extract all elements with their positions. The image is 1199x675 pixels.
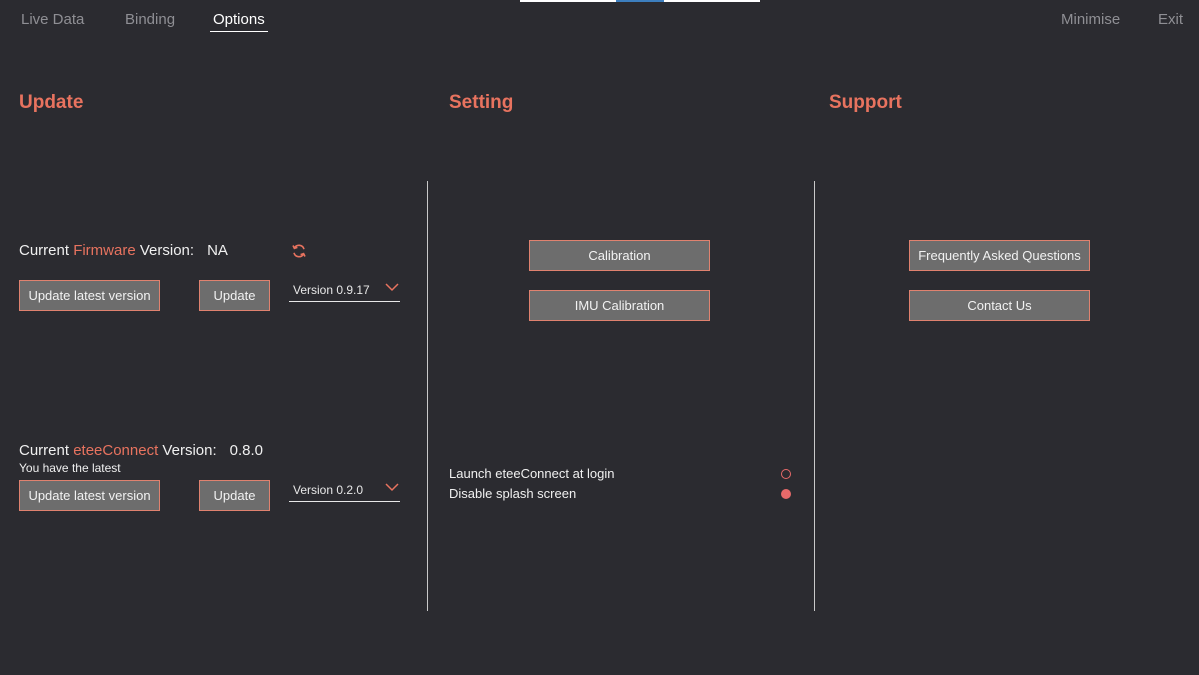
- eteeconnect-latest-note: You have the latest: [19, 461, 121, 475]
- eteeconnect-prefix: Current: [19, 442, 74, 459]
- column-divider: [427, 181, 428, 611]
- drag-handle-highlight: [616, 0, 664, 2]
- calibration-button[interactable]: Calibration: [529, 240, 710, 271]
- disable-splash-label: Disable splash screen: [449, 486, 577, 501]
- refresh-icon[interactable]: [291, 243, 307, 259]
- firmware-suffix: Version:: [135, 242, 195, 259]
- firmware-update-button[interactable]: Update: [199, 280, 270, 311]
- eteeconnect-update-latest-button[interactable]: Update latest version: [19, 480, 160, 511]
- chevron-down-icon: [385, 283, 399, 292]
- tab-options[interactable]: Options: [210, 11, 268, 32]
- disable-splash-toggle[interactable]: [781, 489, 791, 499]
- update-section-title: Update: [19, 92, 84, 113]
- tab-live-data[interactable]: Live Data: [21, 11, 84, 28]
- contact-us-button[interactable]: Contact Us: [909, 290, 1090, 321]
- launch-at-login-toggle[interactable]: [781, 469, 791, 479]
- minimise-button[interactable]: Minimise: [1061, 11, 1120, 28]
- eteeconnect-suffix: Version:: [158, 442, 217, 459]
- eteeconnect-version-dropdown[interactable]: Version 0.2.0: [289, 480, 400, 502]
- firmware-prefix: Current: [19, 242, 74, 259]
- launch-at-login-label: Launch eteeConnect at login: [449, 466, 615, 481]
- imu-calibration-button[interactable]: IMU Calibration: [529, 290, 710, 321]
- firmware-version-value: NA: [207, 242, 228, 259]
- support-section-title: Support: [829, 92, 902, 113]
- eteeconnect-version-line: Current eteeConnect Version: 0.8.0: [19, 442, 263, 459]
- firmware-version-dropdown[interactable]: Version 0.9.17: [289, 280, 400, 302]
- faq-button[interactable]: Frequently Asked Questions: [909, 240, 1090, 271]
- options-screen: Live Data Binding Options Minimise Exit …: [0, 0, 1199, 675]
- eteeconnect-update-button[interactable]: Update: [199, 480, 270, 511]
- firmware-name: Firmware: [73, 242, 136, 259]
- eteeconnect-name: eteeConnect: [73, 442, 159, 459]
- drag-handle[interactable]: [520, 0, 760, 2]
- chevron-down-icon: [385, 483, 399, 492]
- firmware-version-line: Current Firmware Version: NA: [19, 242, 228, 259]
- setting-section-title: Setting: [449, 92, 514, 113]
- firmware-version-selected: Version 0.9.17: [293, 283, 370, 297]
- exit-button[interactable]: Exit: [1158, 11, 1183, 28]
- column-divider: [814, 181, 815, 611]
- firmware-update-latest-button[interactable]: Update latest version: [19, 280, 160, 311]
- tab-binding[interactable]: Binding: [125, 11, 175, 28]
- eteeconnect-version-value: 0.8.0: [229, 442, 264, 459]
- eteeconnect-version-selected: Version 0.2.0: [293, 483, 364, 497]
